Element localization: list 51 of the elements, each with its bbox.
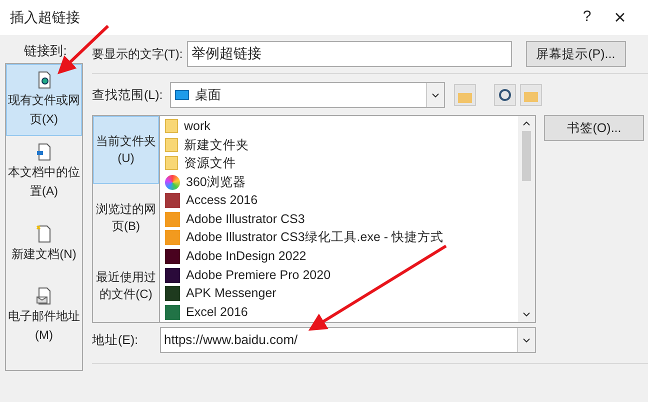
link-type-item[interactable]: 本文档中的位置(A) [6,136,82,208]
folder-icon [165,119,178,134]
nav-item[interactable]: 浏览过的网页(B) [93,184,159,252]
folder-icon [165,138,178,152]
app-icon [165,193,180,208]
envelope-document-icon [36,287,52,305]
file-item[interactable]: 360浏览器 [165,172,518,192]
help-button[interactable]: ? [572,6,602,29]
file-item[interactable]: Access 2016 [165,191,518,210]
app-icon [165,286,180,302]
look-in-dropdown[interactable]: 桌面 [170,82,445,108]
document-icon [36,71,52,89]
app-icon [165,230,180,246]
desktop-icon [175,90,189,100]
app-icon [165,212,180,227]
nav-item[interactable]: 当前文件夹(U) [93,116,159,184]
file-item[interactable]: Adobe InDesign 2022 [165,247,518,266]
app-icon [165,174,180,190]
app-icon [165,268,180,283]
scrollbar-thumb[interactable] [522,131,531,181]
close-button[interactable]: × [602,2,638,32]
document-icon [36,143,52,161]
display-text-label: 要显示的文字(T): [92,46,183,63]
look-in-value: 桌面 [195,86,222,104]
address-label: 地址(E): [92,332,140,349]
dropdown-button[interactable] [517,328,535,352]
link-type-item[interactable]: 新建文档(N) [6,208,82,280]
display-text-field[interactable]: 举例超链接 [186,41,512,67]
file-item[interactable]: 新建文件夹 [165,136,518,154]
file-item[interactable]: Adobe Illustrator CS3绿化工具.exe - 快捷方式 [165,228,518,248]
file-item[interactable]: APK Messenger [165,284,518,303]
scrollbar[interactable] [518,116,535,322]
look-in-label: 查找范围(L): [92,86,164,104]
bookmark-button[interactable]: 书签(O)... [544,115,644,141]
address-field[interactable]: https://www.baidu.com/ [160,327,536,353]
new-document-icon [36,224,52,242]
file-item[interactable]: work [165,117,518,136]
file-item[interactable]: Adobe Premiere Pro 2020 [165,266,518,284]
app-icon [165,248,180,264]
nav-item[interactable]: 最近使用过的文件(C) [93,252,159,320]
app-icon [165,304,180,320]
link-to-label: 链接到: [23,42,68,60]
link-type-item[interactable]: 现有文件或网页(X) [6,64,82,136]
screentip-button[interactable]: 屏幕提示(P)... [526,41,626,67]
folder-icon [165,156,178,170]
dropdown-button[interactable] [426,83,444,107]
file-item[interactable]: 资源文件 [165,154,518,173]
file-item[interactable]: Adobe Illustrator CS3 [165,210,518,229]
window-title: 插入超链接 [10,8,81,27]
link-type-item[interactable]: 电子邮件地址(M) [6,280,82,352]
file-item[interactable]: Excel 2016 [165,302,518,322]
